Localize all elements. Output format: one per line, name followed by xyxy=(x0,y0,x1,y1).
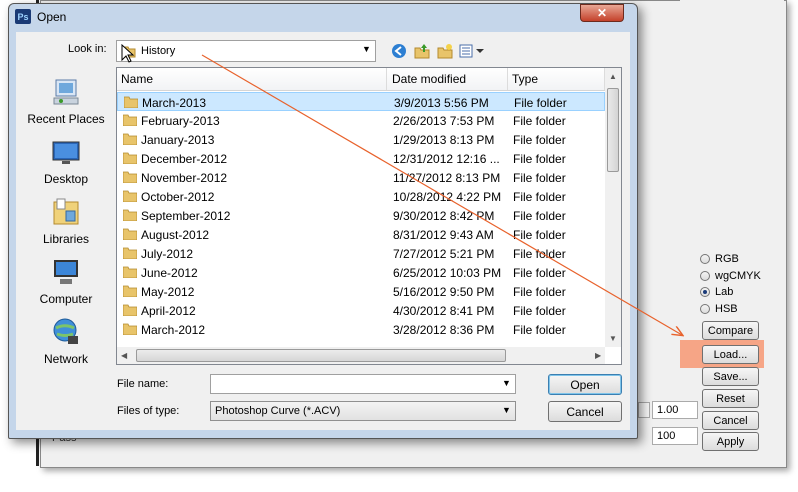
annotation-arrow xyxy=(201,54,798,492)
mouse-cursor-icon xyxy=(121,44,135,63)
